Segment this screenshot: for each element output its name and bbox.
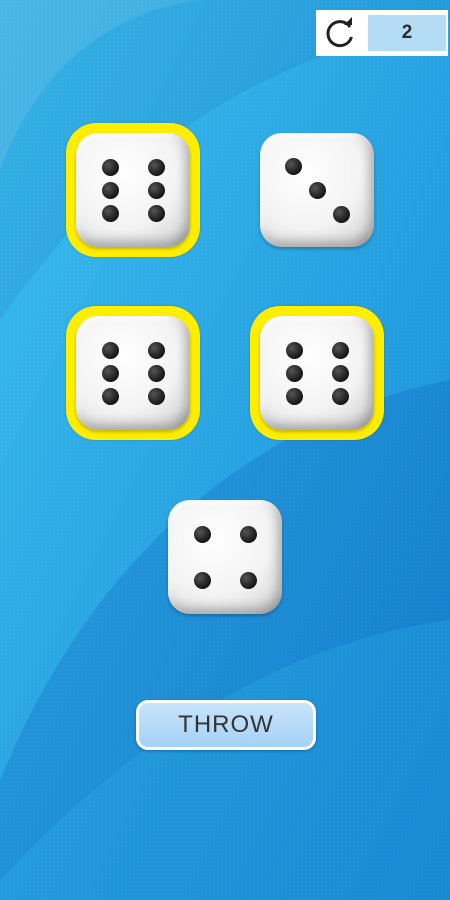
die-pip: [147, 158, 165, 176]
die-pip: [193, 525, 211, 543]
refresh-icon[interactable]: [320, 13, 360, 53]
die-pip: [147, 204, 165, 222]
die-pip: [331, 364, 349, 382]
die-pip: [147, 181, 165, 199]
die-pip: [308, 181, 326, 199]
throw-count: 2: [368, 15, 446, 51]
throw-button[interactable]: THROW: [136, 700, 316, 750]
die-pip: [239, 571, 257, 589]
die-pip: [285, 387, 303, 405]
die-pip: [331, 387, 349, 405]
die-pip: [101, 158, 119, 176]
die-5[interactable]: [168, 500, 282, 614]
die-pip: [101, 341, 119, 359]
die-pip: [147, 364, 165, 382]
die-pip: [285, 341, 303, 359]
die-pip: [147, 341, 165, 359]
die-pip: [147, 387, 165, 405]
die-1[interactable]: [76, 133, 190, 247]
die-pip: [332, 205, 350, 223]
die-3[interactable]: [76, 316, 190, 430]
throw-counter: 2: [316, 10, 448, 56]
die-pip: [101, 364, 119, 382]
die-pip: [331, 341, 349, 359]
die-pip: [285, 364, 303, 382]
die-pip: [239, 525, 257, 543]
background: [0, 0, 450, 900]
die-pip: [101, 204, 119, 222]
die-pip: [101, 181, 119, 199]
die-pip: [193, 571, 211, 589]
die-pip: [101, 387, 119, 405]
die-pip: [284, 157, 302, 175]
die-4[interactable]: [260, 316, 374, 430]
die-2[interactable]: [260, 133, 374, 247]
